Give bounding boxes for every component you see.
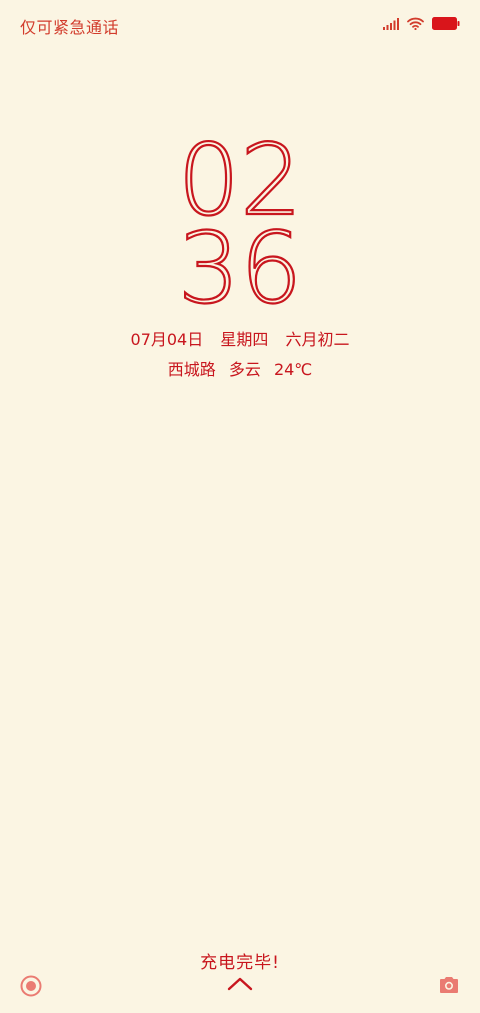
camera-shortcut-button[interactable] [438,975,460,999]
charging-status: 充电完毕! [200,953,280,973]
signal-icon [383,17,399,30]
status-bar: 仅可紧急通话 [0,0,480,52]
wifi-icon [407,17,424,31]
clock-hour: 02 [0,140,480,222]
clock-minute: 36 [0,228,480,310]
swipe-up-chevron-icon[interactable] [226,976,254,996]
assistant-icon [20,975,42,997]
weather-line: 西城路 多云 24℃ [0,356,480,380]
clock-hour-digits: 02 [180,140,300,222]
assistant-shortcut-button[interactable] [20,975,42,1001]
clock-minute-digits: 36 [180,228,300,310]
clock-hour-text: 02 [180,140,300,222]
date-text: 07月04日 [130,330,204,349]
lunar-date-text: 六月初二 [285,330,350,349]
clock-minute-text: 36 [180,228,300,310]
camera-icon [440,977,458,993]
weekday-text: 星期四 [220,330,269,349]
status-icons [383,17,460,31]
location-text: 西城路 [167,360,216,379]
temperature-text: 24℃ [273,360,313,379]
weather-condition-text: 多云 [228,360,261,379]
battery-icon [432,17,460,30]
carrier-status: 仅可紧急通话 [20,18,120,37]
date-line: 07月04日 星期四 六月初二 [0,326,480,350]
